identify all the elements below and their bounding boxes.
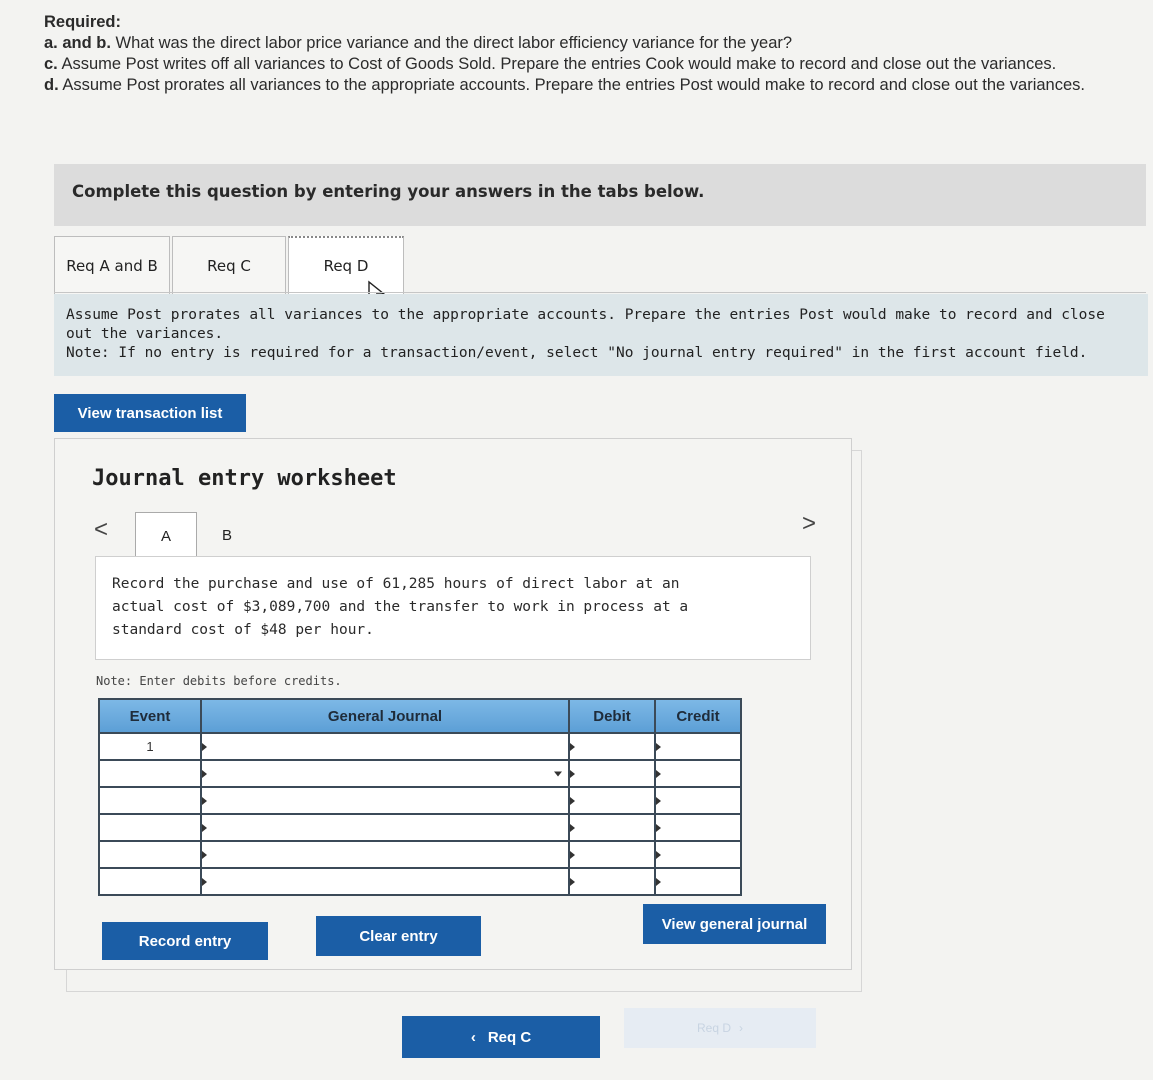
account-select[interactable] bbox=[200, 867, 570, 896]
next-req-label: Req D bbox=[696, 1021, 731, 1035]
credit-input[interactable] bbox=[654, 813, 742, 842]
account-select[interactable] bbox=[200, 840, 570, 869]
general-journal-table: Event General Journal Debit Credit 1 bbox=[98, 698, 742, 896]
tab-label: Req D bbox=[323, 257, 369, 275]
field-caret-icon bbox=[570, 769, 575, 778]
table-row bbox=[98, 759, 742, 788]
debit-input[interactable] bbox=[568, 759, 656, 788]
field-caret-icon bbox=[570, 742, 575, 751]
credit-input[interactable] bbox=[654, 786, 742, 815]
entry-tab-label: B bbox=[221, 527, 232, 544]
account-select[interactable] bbox=[200, 759, 570, 788]
req-d-text: Assume Post prorates all variances to th… bbox=[58, 76, 1085, 94]
dropdown-arrow-icon[interactable] bbox=[554, 771, 562, 776]
entry-tab-label: A bbox=[160, 527, 171, 545]
table-row: 1 bbox=[98, 732, 742, 761]
tab-instructions: Assume Post prorates all variances to th… bbox=[54, 294, 1148, 376]
table-row bbox=[98, 840, 742, 869]
field-caret-icon bbox=[202, 850, 207, 859]
field-caret-icon bbox=[202, 823, 207, 832]
next-req-d-button: Req D › bbox=[624, 1008, 816, 1048]
tab-req-c[interactable]: Req C bbox=[172, 236, 286, 294]
credit-input[interactable] bbox=[654, 840, 742, 869]
next-entry-arrow-icon[interactable]: > bbox=[802, 510, 816, 538]
debit-input[interactable] bbox=[568, 867, 656, 896]
req-ab-text: What was the direct labor price variance… bbox=[110, 34, 793, 52]
account-select[interactable] bbox=[200, 732, 570, 761]
view-transaction-list-button[interactable]: View transaction list bbox=[54, 394, 246, 432]
tab-label: Req A and B bbox=[66, 256, 158, 275]
prev-req-label: Req C bbox=[487, 1028, 532, 1046]
instruction-banner: Complete this question by entering your … bbox=[54, 164, 1146, 226]
record-entry-button[interactable]: Record entry bbox=[102, 922, 268, 960]
prev-req-c-button[interactable]: ‹ Req C bbox=[402, 1016, 600, 1058]
req-d-prefix: d. bbox=[44, 76, 59, 94]
table-row bbox=[98, 867, 742, 896]
tab-req-a-and-b[interactable]: Req A and B bbox=[54, 236, 170, 294]
entry-tab-a[interactable]: A bbox=[135, 512, 197, 559]
prev-entry-arrow-icon[interactable]: < bbox=[94, 516, 108, 544]
instruction-note: Note: If no entry is required for a tran… bbox=[66, 345, 1088, 361]
req-c-prefix: c. bbox=[44, 55, 58, 73]
event-cell bbox=[98, 813, 202, 842]
table-row bbox=[98, 786, 742, 815]
transaction-description: Record the purchase and use of 61,285 ho… bbox=[112, 576, 689, 638]
debit-input[interactable] bbox=[568, 786, 656, 815]
table-row bbox=[98, 813, 742, 842]
tab-label: Req C bbox=[207, 256, 251, 275]
credit-input[interactable] bbox=[654, 759, 742, 788]
required-section: Required: a. and b. What was the direct … bbox=[44, 12, 1144, 96]
field-caret-icon bbox=[656, 742, 661, 751]
event-cell: 1 bbox=[98, 732, 202, 761]
debit-input[interactable] bbox=[568, 840, 656, 869]
worksheet-title: Journal entry worksheet bbox=[92, 466, 397, 491]
field-caret-icon bbox=[570, 850, 575, 859]
debit-header: Debit bbox=[568, 698, 656, 734]
chevron-right-icon: › bbox=[739, 1021, 743, 1035]
clear-entry-button[interactable]: Clear entry bbox=[316, 916, 481, 956]
account-select[interactable] bbox=[200, 813, 570, 842]
field-caret-icon bbox=[656, 769, 661, 778]
event-cell bbox=[98, 759, 202, 788]
field-caret-icon bbox=[202, 769, 207, 778]
req-c-text: Assume Post writes off all variances to … bbox=[57, 55, 1057, 73]
req-ab-prefix: a. and b. bbox=[44, 34, 111, 52]
credit-input[interactable] bbox=[654, 867, 742, 896]
field-caret-icon bbox=[202, 877, 207, 886]
tab-divider bbox=[54, 292, 1146, 293]
general-journal-header: General Journal bbox=[200, 698, 570, 734]
event-cell bbox=[98, 840, 202, 869]
field-caret-icon bbox=[570, 823, 575, 832]
field-caret-icon bbox=[656, 823, 661, 832]
view-general-journal-button[interactable]: View general journal bbox=[643, 904, 826, 944]
credit-header: Credit bbox=[654, 698, 742, 734]
field-caret-icon bbox=[570, 877, 575, 886]
credit-input[interactable] bbox=[654, 732, 742, 761]
field-caret-icon bbox=[656, 877, 661, 886]
instruction-text: Assume Post prorates all variances to th… bbox=[66, 307, 1105, 342]
transaction-description-box: Record the purchase and use of 61,285 ho… bbox=[95, 556, 811, 660]
account-select[interactable] bbox=[200, 786, 570, 815]
field-caret-icon bbox=[656, 850, 661, 859]
event-cell bbox=[98, 867, 202, 896]
field-caret-icon bbox=[202, 796, 207, 805]
debit-input[interactable] bbox=[568, 732, 656, 761]
debit-credit-note: Note: Enter debits before credits. bbox=[96, 674, 342, 688]
field-caret-icon bbox=[202, 742, 207, 751]
chevron-left-icon: ‹ bbox=[470, 1028, 476, 1046]
debit-input[interactable] bbox=[568, 813, 656, 842]
required-heading: Required: bbox=[44, 13, 122, 31]
field-caret-icon bbox=[570, 796, 575, 805]
entry-tab-b[interactable]: B bbox=[197, 512, 257, 559]
event-header: Event bbox=[98, 698, 202, 734]
event-cell bbox=[98, 786, 202, 815]
field-caret-icon bbox=[656, 796, 661, 805]
banner-text: Complete this question by entering your … bbox=[72, 182, 705, 201]
